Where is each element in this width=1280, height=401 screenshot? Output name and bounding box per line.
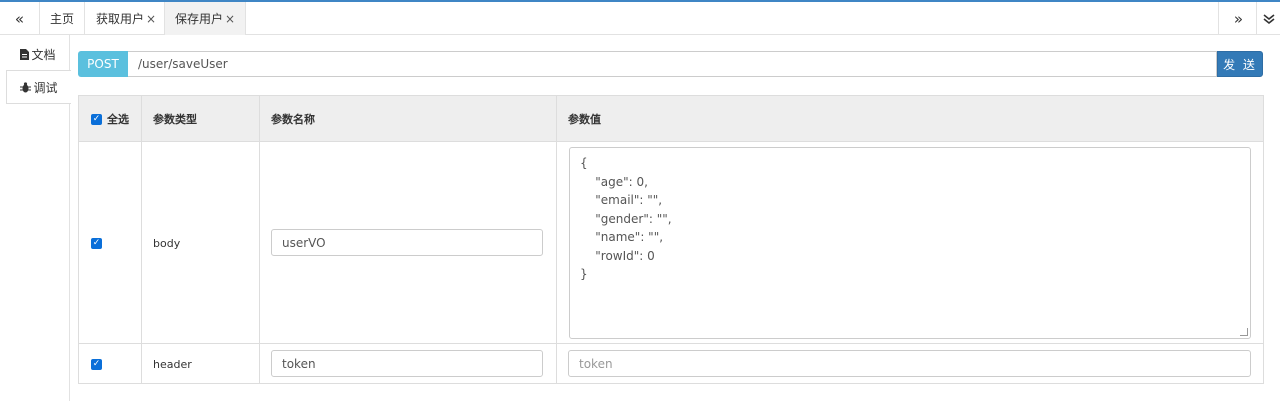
tab-label: 主页 <box>50 12 75 26</box>
http-method-label: POST <box>78 51 128 77</box>
url-input[interactable]: /user/saveUser <box>128 51 1217 77</box>
select-all-header: ✓ 全选 <box>91 96 141 142</box>
table-header <box>79 96 1263 142</box>
double-chevron-right-icon: » <box>1233 9 1244 28</box>
resize-grip-icon[interactable] <box>1240 328 1248 336</box>
scroll-tabs-left-button[interactable]: « <box>0 2 40 35</box>
param-name-input[interactable]: userVO <box>271 229 543 256</box>
tab-label: 获取用户 <box>96 12 145 26</box>
double-chevron-left-icon: « <box>14 9 25 28</box>
close-icon[interactable]: × <box>225 12 235 26</box>
param-type-header: 参数类型 <box>153 113 197 126</box>
select-all-checkbox[interactable]: ✓ <box>91 113 102 125</box>
param-type-body: body <box>153 236 181 250</box>
table-row: ✓ <box>91 237 102 249</box>
close-icon[interactable]: × <box>146 12 156 26</box>
json-body-text: { "age": 0, "email": "", "gender": "", "… <box>580 156 672 281</box>
table-row: ✓ <box>91 358 102 370</box>
side-tab-label: 调试 <box>33 80 58 95</box>
tab-label: 保存用户 <box>175 12 224 26</box>
param-name-header: 参数名称 <box>271 113 315 126</box>
row-checkbox[interactable]: ✓ <box>91 358 102 370</box>
tabs-menu-button[interactable] <box>1256 2 1280 35</box>
row-checkbox[interactable]: ✓ <box>91 237 102 249</box>
side-tab-debug[interactable]: 调试 <box>6 70 71 104</box>
param-name-input[interactable]: token <box>271 350 543 377</box>
send-button[interactable]: 发 送 <box>1217 51 1263 77</box>
tab-get-user[interactable]: 获取用户 × <box>86 2 168 35</box>
tab-save-user[interactable]: 保存用户 × <box>164 2 247 35</box>
file-icon <box>20 48 30 60</box>
side-tab-label: 文档 <box>31 47 56 62</box>
param-value-header: 参数值 <box>568 113 601 126</box>
scroll-tabs-right-button[interactable]: » <box>1218 2 1258 35</box>
param-type-header-row: header <box>153 357 192 371</box>
side-tab-docs[interactable]: 文档 <box>6 37 70 71</box>
tab-home[interactable]: 主页 <box>40 2 86 35</box>
tab-bar: « 主页 获取用户 × 保存用户 × » <box>0 0 1280 35</box>
double-chevron-down-icon <box>1263 13 1274 24</box>
param-value-textarea[interactable]: { "age": 0, "email": "", "gender": "", "… <box>569 147 1251 339</box>
param-value-input[interactable]: token <box>568 350 1251 377</box>
select-all-label: 全选 <box>107 113 129 126</box>
params-table: ✓ 全选 参数类型 参数名称 参数值 ✓ body userVO { "age"… <box>78 95 1264 384</box>
bug-icon <box>20 81 32 92</box>
side-tabs: 文档 调试 <box>0 35 71 401</box>
